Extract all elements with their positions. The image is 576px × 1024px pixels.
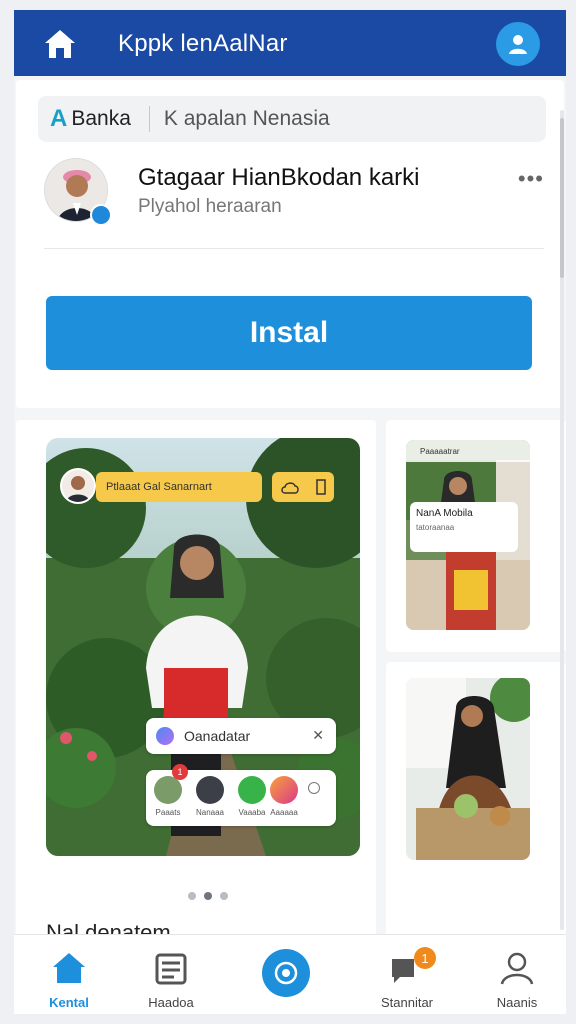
carousel-dots[interactable] [188,892,228,900]
app-title: Kppk lenAalNar [118,30,288,57]
home-icon [45,30,75,58]
search-query[interactable]: K apalan Nenasia [164,107,330,131]
popup-title: NanA Mobila [416,508,473,519]
dismiss-icon[interactable]: ✕ [312,727,324,744]
profile-subtitle: Plyahol heraaran [138,196,282,217]
bottom-navigation: Kental Haadoa 1 Stannitar Naanis [14,934,566,1014]
app-card: A Banka K apalan Nenasia Gtagaar HianBko… [16,80,564,408]
profile-row[interactable]: Gtagaar HianBkodan karki Plyahol heraara… [44,158,544,238]
tag-banner[interactable]: Ptlaaat Gal Sanarnart [96,472,262,502]
camera-button[interactable] [262,949,310,997]
user-icon [500,952,534,985]
nav-item-profile[interactable]: Naanis [462,935,566,1014]
tag-avatar[interactable] [60,468,96,504]
share-label: Paaats [155,808,181,817]
side-post-card-2[interactable] [386,662,566,944]
carousel-dot-active[interactable] [204,892,212,900]
store-icon [155,953,187,985]
nav-label: Stannitar [380,995,434,1010]
app-frame: Kppk lenAalNar A Banka K apalan Nenasia [14,10,566,1014]
nav-item-chat[interactable]: 1 Stannitar [352,935,462,1014]
more-options-button[interactable]: ••• [518,166,544,192]
connect-chip-label: Oanadatar [184,728,251,744]
connect-chip[interactable]: Oanadatar ✕ [146,718,336,754]
profile-button[interactable] [496,22,540,66]
scrollbar-thumb[interactable] [560,118,564,278]
assistant-icon [156,727,174,745]
instagram-icon[interactable] [270,776,298,804]
brand-name: Banka [71,107,131,130]
share-badge: 1 [172,764,188,780]
share-contact-1[interactable] [154,776,182,804]
share-label: Aaaaaa [270,808,298,817]
nav-label: Kental [49,995,89,1010]
search-bar[interactable]: A Banka K apalan Nenasia [38,96,546,142]
home-button[interactable] [38,22,82,66]
carousel-dot[interactable] [220,892,228,900]
share-contact-2[interactable] [196,776,224,804]
more-share-icon[interactable] [308,782,320,794]
share-panel: 1 Paaats Nanaaa Vaaaba Aaaaaa [146,764,336,826]
nav-label: Haadoa [148,995,194,1010]
carousel-dot[interactable] [188,892,196,900]
brand-initial: A [50,105,68,132]
side-post-popup[interactable]: NanA Mobila tatoraanaa [410,502,518,552]
side-post-card-1[interactable]: Paaaaatrar NanA Mobila tatoraanaa [386,420,566,652]
verified-badge [90,204,112,226]
divider [44,248,544,249]
side-post-photo-2[interactable] [406,678,530,860]
profile-name: Gtagaar HianBkodan karki [138,164,420,191]
main-post-card[interactable]: Ptlaaat Gal Sanarnart Oanadatar ✕ 1 Paaa… [16,420,376,960]
home-icon [53,953,85,983]
cloud-icon[interactable] [280,480,300,494]
nav-item-store[interactable]: Haadoa [116,935,226,1014]
side-post-header: Paaaaatrar [406,440,530,462]
camera-icon [274,961,298,985]
user-icon [509,35,527,54]
share-label: Nanaaa [195,808,225,817]
top-app-bar: Kppk lenAalNar [14,10,566,76]
nav-item-home[interactable]: Kental [14,935,124,1014]
nav-label: Naanis [496,995,538,1010]
messages-app-icon[interactable] [238,776,266,804]
post-photo[interactable]: Ptlaaat Gal Sanarnart Oanadatar ✕ 1 Paaa… [46,438,360,856]
bookmark-icon[interactable] [316,479,326,495]
vendor-photo [406,678,530,860]
popup-subtitle: tatoraanaa [416,523,455,532]
side-post-photo-1[interactable]: Paaaaatrar NanA Mobila tatoraanaa [406,440,530,630]
search-divider [148,106,150,132]
tag-tools[interactable] [272,472,334,502]
notification-badge: 1 [414,947,436,969]
install-button[interactable]: Instal [46,296,532,370]
